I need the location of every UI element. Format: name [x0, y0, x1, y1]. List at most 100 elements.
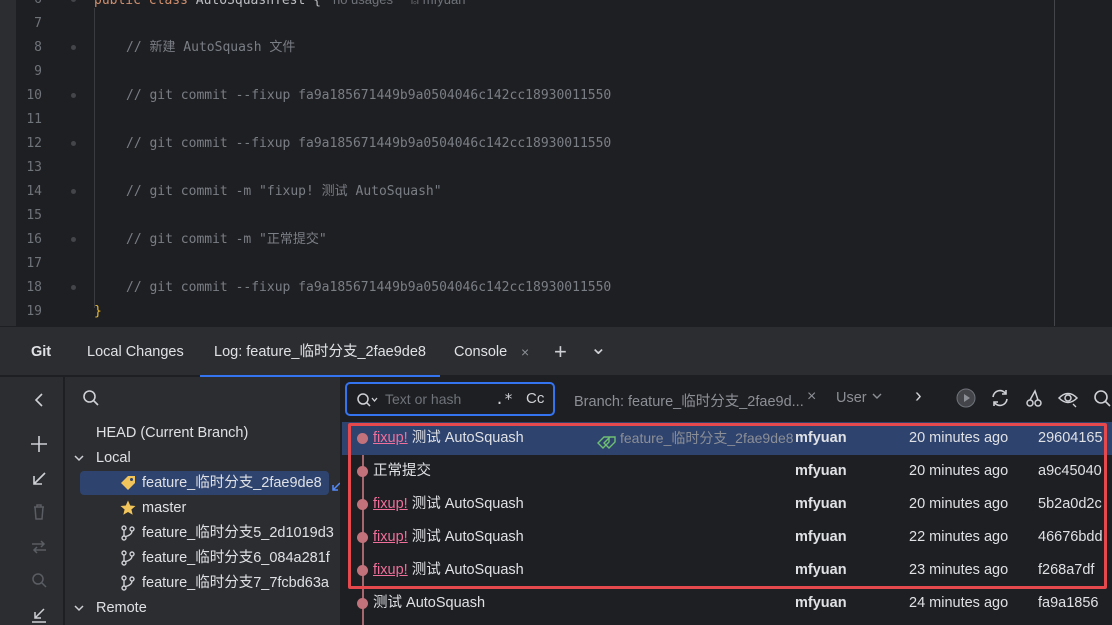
fixup-prefix[interactable]: fixup! [373, 562, 408, 578]
fixup-prefix[interactable]: fixup! [373, 430, 408, 446]
fetch-icon[interactable] [26, 601, 52, 625]
commit-date: 20 minutes ago [909, 463, 1009, 479]
fold-marker [71, 189, 76, 194]
code-comment: // git commit --fixup fa9a185671449b9a05… [126, 88, 612, 103]
user-filter[interactable]: User [836, 390, 883, 406]
commit-row[interactable]: fixup! 测试 AutoSquash mfyuan 22 minutes ago… [342, 521, 1112, 554]
code-line[interactable]: 12 // git commit --fixup fa9a185671449b9a… [16, 132, 1112, 156]
close-console-tab-icon[interactable]: × [521, 327, 529, 377]
usages-hint[interactable]: no usages [333, 0, 393, 7]
commit-author: mfyuan [795, 430, 847, 446]
branch-group-remote-label: Remote [96, 600, 147, 616]
tab-log-label: Log: feature_临时分支_2fae9de8 [214, 344, 426, 360]
tab-console[interactable]: Console [454, 327, 507, 377]
collapse-left-icon[interactable] [26, 387, 52, 413]
tab-local-changes[interactable]: Local Changes [87, 327, 184, 377]
search-history-icon[interactable] [355, 391, 379, 412]
run-icon[interactable] [955, 387, 977, 409]
delete-branch-icon[interactable] [26, 499, 52, 525]
more-filters-icon[interactable]: › [915, 385, 922, 408]
commit-hash: f268a7df [1038, 562, 1095, 578]
text-or-hash-filter[interactable]: Text or hash .* Cc [345, 382, 555, 416]
branch-item-label: feature_临时分支_2fae9de8 [142, 475, 322, 491]
chevron-down-icon[interactable] [73, 596, 85, 625]
code-closing-brace: } [94, 304, 102, 319]
compare-branches-icon[interactable] [26, 534, 52, 560]
code-line[interactable]: 10 // git commit --fixup fa9a185671449b9a… [16, 84, 1112, 108]
code-line[interactable]: 9 [16, 60, 1112, 84]
chevron-down-icon[interactable]: ⌄ [590, 323, 607, 373]
refresh-icon[interactable] [989, 387, 1011, 409]
code-line[interactable]: 15 [16, 204, 1112, 228]
regex-toggle[interactable]: .* [495, 390, 513, 408]
fold-marker [71, 237, 76, 242]
tab-log[interactable]: Log: feature_临时分支_2fae9de8 [200, 327, 440, 377]
commit-date: 20 minutes ago [909, 430, 1009, 446]
commit-row[interactable]: fixup! 测试 AutoSquash mfyuan 23 minutes ago… [342, 554, 1112, 587]
commit-graph-node [357, 499, 368, 510]
code-line[interactable]: 17 [16, 252, 1112, 276]
code-text: // git commit -m "正常提交" [94, 228, 327, 252]
update-selected-icon[interactable] [26, 466, 52, 492]
line-number: 17 [26, 256, 42, 271]
line-number: 9 [34, 64, 42, 79]
line-number: 6 [16, 0, 42, 12]
add-tab-icon[interactable]: + [554, 327, 567, 377]
branch-item-label: master [142, 500, 187, 516]
code-line[interactable]: 11 [16, 108, 1112, 132]
commit-row[interactable]: 正常提交 mfyuan 20 minutes ago a9c45040 [342, 455, 1112, 488]
search-icon[interactable] [81, 388, 101, 408]
commit-row[interactable]: fixup! 测试 AutoSquash mfyuan 20 minutes ago… [342, 488, 1112, 521]
branch-filter[interactable]: Branch: feature_临时分支_2fae9d... [574, 390, 804, 411]
commit-row[interactable]: fixup! 测试 AutoSquash feature_临时分支_2fae9de… [342, 422, 1112, 455]
code-comment: // git commit --fixup fa9a185671449b9a05… [126, 136, 612, 151]
cherry-pick-icon[interactable] [1023, 387, 1045, 409]
line-number: 15 [26, 208, 42, 223]
fold-marker [71, 0, 76, 2]
code-line[interactable]: 8 // 新建 AutoSquash 文件 [16, 36, 1112, 60]
commit-hash: 5b2a0d2c [1038, 496, 1102, 512]
fixup-prefix[interactable]: fixup! [373, 529, 408, 545]
commit-graph-node [357, 433, 368, 444]
line-number: 7 [34, 16, 42, 31]
commit-author: mfyuan [795, 562, 847, 578]
code-line[interactable]: 6 public class AutoSquashTest {no usages ⍝… [16, 0, 1112, 12]
fixup-prefix[interactable]: fixup! [373, 496, 408, 512]
commit-hash: 29604165 [1038, 430, 1103, 446]
commit-subject: 正常提交 [373, 463, 431, 479]
code-editor[interactable]: 6 public class AutoSquashTest {no usages ⍝… [0, 0, 1112, 326]
commit-date: 23 minutes ago [909, 562, 1009, 578]
code-line[interactable]: 14 // git commit -m "fixup! 测试 AutoSquash… [16, 180, 1112, 204]
code-text: // 新建 AutoSquash 文件 [94, 36, 295, 60]
find-branch-icon[interactable] [26, 567, 52, 593]
current-branch-arrow-icon [331, 480, 340, 495]
code-line[interactable]: 7 [16, 12, 1112, 36]
fold-marker [71, 141, 76, 146]
git-actions-strip [0, 377, 64, 625]
commit-date: 22 minutes ago [909, 529, 1009, 545]
match-case-toggle[interactable]: Cc [526, 390, 544, 407]
code-line[interactable]: 19} [16, 300, 1112, 324]
commit-message: fixup! 测试 AutoSquash [373, 422, 524, 455]
line-number: 11 [26, 112, 42, 127]
commit-author: mfyuan [795, 529, 847, 545]
author-hint[interactable]: ⍝ mfyuan [411, 0, 465, 7]
fold-marker [71, 93, 76, 98]
branch-tag-icon [596, 431, 616, 449]
commit-row[interactable]: 测试 AutoSquash mfyuan 24 minutes ago fa9a185… [342, 587, 1112, 620]
commit-subject: 测试 AutoSquash [407, 496, 524, 512]
fold-marker [71, 285, 76, 290]
commit-branch-ref: feature_临时分支_2fae9de8 [620, 430, 794, 446]
code-line[interactable]: 16 // git commit -m "正常提交" [16, 228, 1112, 252]
branch-filter-label: Branch: [574, 394, 624, 410]
line-number: 19 [26, 304, 42, 319]
commit-hash: fa9a1856 [1038, 595, 1099, 611]
code-line[interactable]: 13 [16, 156, 1112, 180]
new-branch-icon[interactable] [26, 431, 52, 457]
eye-icon[interactable] [1057, 387, 1079, 409]
clear-branch-filter-icon[interactable]: × [807, 388, 816, 406]
commit-message: fixup! 测试 AutoSquash [373, 554, 524, 587]
search-icon[interactable] [1091, 387, 1112, 409]
code-line[interactable]: 18 // git commit --fixup fa9a185671449b9a… [16, 276, 1112, 300]
commit-subject: 测试 AutoSquash [407, 430, 524, 446]
